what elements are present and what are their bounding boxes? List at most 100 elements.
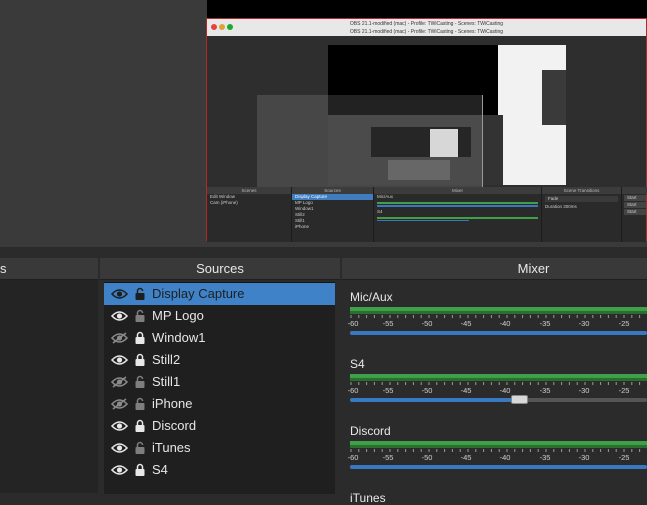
- tick-label: -40: [499, 386, 511, 395]
- eye-icon[interactable]: [110, 441, 129, 453]
- unlock-icon[interactable]: [135, 375, 145, 388]
- tick-label: -25: [618, 386, 630, 395]
- eye-icon[interactable]: [110, 287, 129, 299]
- nested-title-line2: OBS 21.1-modified (mac) - Profile: TWiCa…: [349, 29, 504, 35]
- mixer-channel-name: iTunes: [350, 491, 386, 505]
- tick-label: -40: [499, 319, 511, 328]
- nested-transitions-panel: Scene Transitions Fade Duration 300ms: [542, 187, 622, 242]
- lock-icon[interactable]: [135, 463, 145, 476]
- sources-list[interactable]: Display Capture MP Logo Window1 Still2 Still…: [104, 282, 335, 494]
- nested-duration-label: Duration: [545, 204, 563, 209]
- source-item[interactable]: MP Logo: [104, 305, 335, 327]
- source-name: Still1: [152, 374, 181, 389]
- unlock-icon[interactable]: [135, 287, 145, 300]
- meter-tick-labels: -60 -55 -50 -45 -40 -35 -30 -25: [343, 386, 647, 396]
- mixer-channel-name: Discord: [350, 424, 391, 438]
- tick-label: -25: [618, 319, 630, 328]
- lock-icon[interactable]: [135, 353, 145, 366]
- tick-label: -45: [460, 453, 472, 462]
- nested-titlebar: OBS 21.1-modified (mac) - Profile: TWiCa…: [207, 19, 646, 36]
- lock-icon[interactable]: [135, 419, 145, 432]
- source-item[interactable]: Still2: [104, 349, 335, 371]
- tick-label: -60: [347, 319, 359, 328]
- nested-mixer-channel: S4: [377, 208, 383, 214]
- tick-label: -45: [460, 319, 472, 328]
- eye-hidden-icon[interactable]: [110, 375, 129, 388]
- nested-meter: [377, 202, 538, 204]
- source-item[interactable]: iTunes: [104, 437, 335, 459]
- source-item[interactable]: Display Capture: [104, 283, 335, 305]
- nested-fader: [377, 205, 538, 207]
- tick-label: -30: [578, 386, 590, 395]
- nested-title-line1: OBS 21.1-modified (mac) - Profile: TWiCa…: [349, 21, 504, 27]
- mixer-header: Mixer: [342, 258, 647, 280]
- nested-scenes-header: Scenes: [207, 187, 291, 194]
- sources-header: Sources: [100, 258, 340, 280]
- volume-fader[interactable]: [350, 398, 519, 402]
- tick-label: -50: [421, 386, 433, 395]
- sources-header-label: Sources: [196, 261, 244, 276]
- nested-transition-select: Fade: [545, 196, 618, 202]
- nested-panels: Scenes Edit Window Cam (iPhone) Sources …: [207, 187, 647, 242]
- tick-label: -35: [539, 453, 551, 462]
- eye-hidden-icon[interactable]: [110, 331, 129, 344]
- nested-fader: [377, 219, 469, 221]
- source-item[interactable]: Window1: [104, 327, 335, 349]
- source-name: S4: [152, 462, 168, 477]
- nested-meter: [377, 216, 538, 219]
- meter-tick-labels: -60 -55 -50 -45 -40 -35 -30 -25: [343, 453, 647, 463]
- bottom-dock: s Sources Mixer Display Capture MP Logo Wi…: [0, 247, 647, 505]
- volume-fader[interactable]: [350, 465, 647, 469]
- nested-scene-item: Cam (iPhone): [210, 200, 238, 205]
- volume-fader-handle[interactable]: [511, 395, 528, 404]
- scenes-header: s: [0, 258, 98, 280]
- tick-label: -55: [382, 386, 394, 395]
- close-dot-icon: [211, 24, 217, 30]
- preview-area[interactable]: OBS 21.1-modified (mac) - Profile: TWiCa…: [0, 0, 647, 247]
- nested-mixer-header: Mixer: [374, 187, 541, 194]
- scenes-list[interactable]: [0, 280, 98, 493]
- nested-duration-row: Duration 300ms: [542, 204, 621, 210]
- nested-transitions-header: Scene Transitions: [542, 187, 621, 194]
- lock-icon[interactable]: [135, 331, 145, 344]
- tick-label: -50: [421, 319, 433, 328]
- zoom-dot-icon: [227, 24, 233, 30]
- unlock-icon[interactable]: [135, 441, 145, 454]
- volume-fader-track[interactable]: [519, 398, 647, 402]
- source-name: Display Capture: [152, 286, 245, 301]
- source-item[interactable]: S4: [104, 459, 335, 481]
- source-item[interactable]: Discord: [104, 415, 335, 437]
- meter-tick-labels: -60 -55 -50 -45 -40 -35 -30 -25: [343, 319, 647, 329]
- tick-label: -45: [460, 386, 472, 395]
- source-item[interactable]: iPhone: [104, 393, 335, 415]
- eye-icon[interactable]: [110, 353, 129, 365]
- source-name: Window1: [152, 330, 206, 345]
- nested-sources-header: Sources: [292, 187, 373, 194]
- unlock-icon[interactable]: [135, 309, 145, 322]
- unlock-icon[interactable]: [135, 397, 145, 410]
- tick-label: -55: [382, 319, 394, 328]
- volume-meter-secondary: [350, 311, 647, 314]
- mixer-header-label: Mixer: [517, 261, 550, 276]
- tick-label: -50: [421, 453, 433, 462]
- nested-control-button: Start: [624, 209, 646, 215]
- eye-icon[interactable]: [110, 463, 129, 475]
- volume-meter-secondary: [350, 445, 647, 448]
- minimize-dot-icon: [219, 24, 225, 30]
- preview-black-region: [207, 0, 647, 18]
- source-item[interactable]: Still1: [104, 371, 335, 393]
- tick-label: -35: [539, 386, 551, 395]
- eye-icon[interactable]: [110, 309, 129, 321]
- nested-source-item: iPhone: [295, 224, 310, 229]
- eye-hidden-icon[interactable]: [110, 397, 129, 410]
- nested-mixer-channel: Mic/Aux: [377, 194, 394, 199]
- nested-sources-panel: Sources Display Capture MP Logo Window1 …: [292, 187, 374, 242]
- tick-label: -35: [539, 319, 551, 328]
- nested-controls-panel: Start Start Start: [622, 187, 647, 242]
- volume-fader[interactable]: [350, 331, 647, 335]
- eye-icon[interactable]: [110, 419, 129, 431]
- nested-control-button: Start: [624, 195, 646, 201]
- source-name: iPhone: [152, 396, 193, 411]
- source-name: Discord: [152, 418, 197, 433]
- tick-label: -60: [347, 453, 359, 462]
